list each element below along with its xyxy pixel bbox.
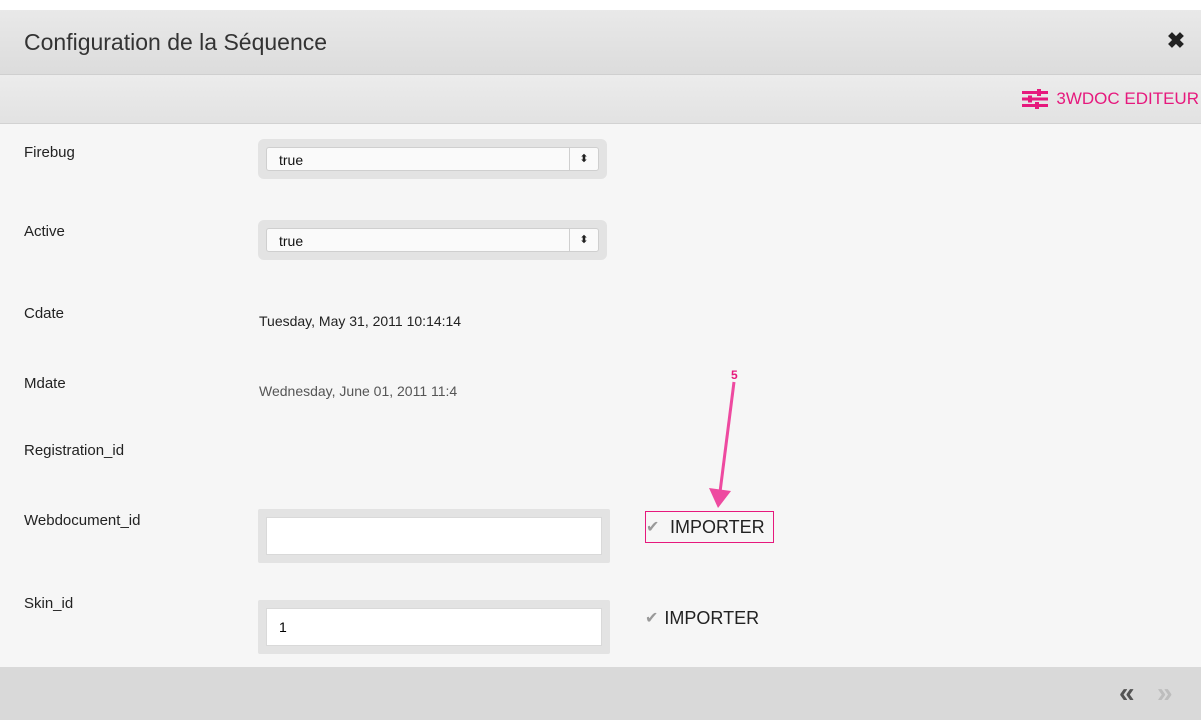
webdocument-id-field-frame bbox=[258, 509, 610, 563]
dialog-toolbar: 3WDOC EDITEUR bbox=[0, 75, 1201, 124]
skin-import-label: IMPORTER bbox=[664, 607, 760, 628]
skin-id-field-frame bbox=[258, 600, 610, 654]
annotation-arrow-icon bbox=[709, 381, 736, 508]
webdocument-import-button[interactable]: ✔ IMPORTER bbox=[645, 511, 774, 543]
check-icon: ✔ bbox=[646, 519, 660, 536]
registration-id-label: Registration_id bbox=[24, 442, 125, 459]
previous-icon[interactable]: « bbox=[1119, 679, 1135, 707]
active-select-value: true bbox=[279, 233, 304, 249]
active-label: Active bbox=[24, 223, 65, 240]
dialog-title: Configuration de la Séquence bbox=[24, 29, 328, 55]
close-icon[interactable]: ✖ bbox=[1163, 28, 1189, 54]
cdate-label: Cdate bbox=[24, 305, 65, 322]
sliders-icon bbox=[1022, 89, 1049, 109]
webdocument-id-input[interactable] bbox=[266, 517, 602, 555]
dialog-titlebar: Configuration de la Séquence ✖ bbox=[0, 10, 1201, 75]
firebug-select[interactable]: true ⬍ bbox=[258, 139, 607, 179]
webdocument-import-label: IMPORTER bbox=[670, 516, 765, 537]
skin-id-input[interactable] bbox=[266, 608, 602, 646]
firebug-select-field[interactable]: true ⬍ bbox=[266, 147, 599, 171]
select-arrows-icon: ⬍ bbox=[569, 229, 598, 251]
skin-import-button[interactable]: ✔ IMPORTER bbox=[645, 603, 767, 633]
skin-id-label: Skin_id bbox=[24, 595, 74, 612]
webdocument-id-label: Webdocument_id bbox=[24, 512, 141, 529]
sequence-config-dialog: Configuration de la Séquence ✖ 3WDOC EDI… bbox=[0, 10, 1201, 720]
cdate-value: Tuesday, May 31, 2011 10:14:14 bbox=[259, 313, 462, 329]
dialog-footer: « » bbox=[0, 667, 1201, 720]
select-arrows-icon: ⬍ bbox=[569, 148, 598, 170]
active-select[interactable]: true ⬍ bbox=[258, 220, 607, 260]
firebug-label: Firebug bbox=[24, 144, 75, 161]
mdate-label: Mdate bbox=[24, 375, 66, 392]
next-icon[interactable]: » bbox=[1157, 679, 1173, 707]
editor-link-label: 3WDOC EDITEUR bbox=[1056, 89, 1199, 108]
active-select-field[interactable]: true ⬍ bbox=[266, 228, 599, 252]
mdate-value: Wednesday, June 01, 2011 11:4 bbox=[259, 383, 458, 399]
editor-link[interactable]: 3WDOC EDITEUR bbox=[1022, 87, 1199, 111]
firebug-select-value: true bbox=[279, 152, 304, 168]
check-icon: ✔ bbox=[645, 610, 659, 627]
